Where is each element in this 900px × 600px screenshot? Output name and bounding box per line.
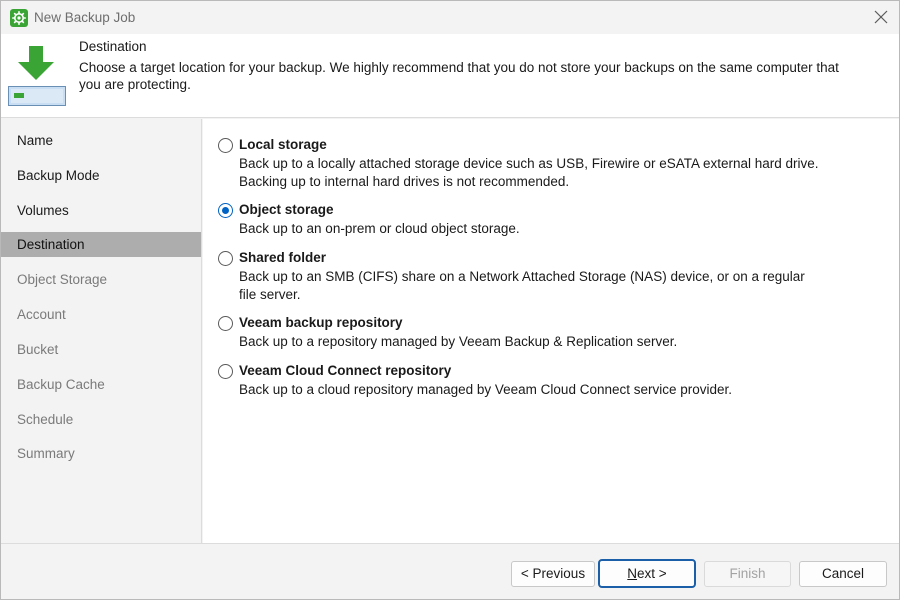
destination-options-panel: Local storage Back up to a locally attac… [203,119,899,543]
step-title: Destination [79,39,147,54]
sidebar-item-destination[interactable]: Destination [1,232,201,257]
sidebar-item-backup-mode[interactable]: Backup Mode [1,163,201,188]
sidebar-item-volumes[interactable]: Volumes [1,198,201,223]
option-title: Local storage [239,137,327,152]
new-backup-job-window: New Backup Job Destination Choose a targ… [0,0,900,600]
veeam-cloud-connect-radio[interactable] [218,364,233,379]
local-storage-radio[interactable] [218,138,233,153]
cancel-button[interactable]: Cancel [799,561,887,587]
option-description: Back up to an SMB (CIFS) share on a Netw… [239,269,805,302]
title-bar: New Backup Job [1,1,899,34]
close-icon [874,10,888,24]
sidebar-item-backup-cache: Backup Cache [17,377,105,392]
shared-folder-radio[interactable] [218,251,233,266]
step-description: Choose a target location for your backup… [79,60,839,92]
option-title: Object storage [239,202,334,217]
option-title: Shared folder [239,250,327,265]
sidebar-item-schedule: Schedule [17,412,74,427]
option-description: Back up to an on-prem or cloud object st… [239,221,520,236]
sidebar-item-account: Account [17,307,66,322]
next-label: ext > [637,565,667,581]
finish-button: Finish [704,561,791,587]
download-to-drive-icon [7,44,67,108]
wizard-steps-sidebar: Name Backup Mode Volumes Destination Obj… [1,119,202,543]
next-mnemonic: N [627,565,638,581]
sidebar-item-bucket: Bucket [17,342,59,357]
object-storage-radio[interactable] [218,203,233,218]
next-button[interactable]: Next > [598,559,696,588]
option-description: Back up to a repository managed by Veeam… [239,334,678,349]
sidebar-item-summary: Summary [17,446,75,461]
veeam-gear-icon [10,9,28,27]
previous-button[interactable]: < Previous [511,561,595,587]
window-title: New Backup Job [34,10,136,25]
option-description: Back up to a cloud repository managed by… [239,382,733,397]
step-header: Destination Choose a target location for… [1,34,899,118]
option-description: Back up to a locally attached storage de… [239,156,819,189]
option-title: Veeam backup repository [239,315,403,330]
wizard-footer: < Previous Next > Finish Cancel [1,543,899,599]
sidebar-item-name[interactable]: Name [1,128,201,153]
close-button[interactable] [867,4,895,30]
sidebar-item-object-storage: Object Storage [17,272,108,287]
veeam-backup-repository-radio[interactable] [218,316,233,331]
option-title: Veeam Cloud Connect repository [239,363,452,378]
